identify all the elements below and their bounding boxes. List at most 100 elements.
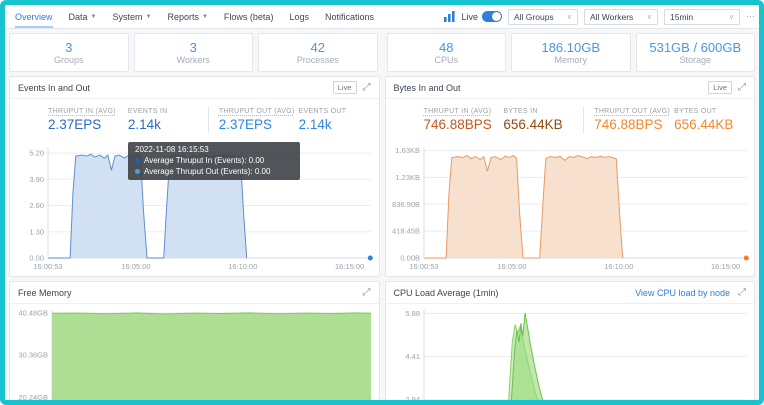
cpu-load-chart-wrap: 5.88 4.41 2.94	[386, 304, 755, 400]
svg-text:20.24GB: 20.24GB	[18, 393, 48, 400]
nav-label: Logs	[289, 12, 309, 22]
free-memory-panel-header: Free Memory ⤢	[10, 282, 379, 304]
free-memory-panel: Free Memory ⤢ 40.48GB 30.36GB 20.24GB	[9, 281, 380, 400]
metric-value: 656.44KB	[674, 116, 754, 133]
svg-text:16:00:53: 16:00:53	[409, 262, 438, 271]
groups-select[interactable]: All Groups ∨	[508, 9, 578, 25]
stat-value: 3	[65, 40, 72, 55]
timerange-select-value: 15min	[670, 12, 693, 22]
stat-value: 3	[190, 40, 197, 55]
live-toggle[interactable]	[482, 11, 502, 22]
stat-card-storage[interactable]: 531GB / 600GB Storage	[636, 33, 756, 72]
stat-label: Storage	[679, 55, 711, 66]
metric-events-out: EVENTS OUT 2.14k	[299, 107, 379, 133]
bytes-metrics: THRUPUT IN (AVG) 746.88BPS BYTES IN 656.…	[386, 99, 755, 141]
svg-text:5.88: 5.88	[405, 309, 420, 318]
svg-text:418.45B: 418.45B	[392, 227, 420, 236]
bytes-panel-header: Bytes In and Out Live ⤢	[386, 77, 755, 99]
stat-card-memory[interactable]: 186.10GB Memory	[511, 33, 631, 72]
svg-text:16:05:00: 16:05:00	[121, 262, 150, 271]
expand-icon[interactable]: ⤢	[363, 83, 371, 93]
chevron-down-icon: ▼	[146, 14, 152, 20]
metrics-divider	[583, 107, 584, 133]
timerange-select[interactable]: 15min ∨	[664, 9, 740, 25]
svg-text:2.94: 2.94	[405, 395, 420, 400]
stat-card-workers[interactable]: 3 Workers	[134, 33, 254, 72]
workers-select-value: All Workers	[590, 12, 633, 22]
svg-text:836.90B: 836.90B	[392, 200, 420, 209]
tooltip-text: Average Thruput Out (Events): 0.00	[144, 167, 270, 176]
metric-thruput-out: THRUPUT OUT (AVG) 2.37EPS	[219, 107, 299, 133]
chevron-down-icon: ▼	[91, 14, 97, 20]
metric-events-in: EVENTS IN 2.14k	[128, 107, 208, 133]
cpu-load-chart[interactable]: 5.88 4.41 2.94	[386, 304, 755, 400]
stat-label: Memory	[554, 55, 587, 66]
series-dot-icon	[135, 169, 140, 174]
expand-icon[interactable]: ⤢	[738, 83, 746, 93]
expand-icon[interactable]: ⤢	[738, 288, 746, 298]
svg-text:1.23KB: 1.23KB	[395, 173, 420, 182]
metric-label[interactable]: THRUPUT IN (AVG)	[48, 107, 128, 116]
more-options-icon[interactable]: ⋯	[746, 11, 755, 22]
free-memory-chart[interactable]: 40.48GB 30.36GB 20.24GB	[10, 304, 379, 400]
events-metrics: THRUPUT IN (AVG) 2.37EPS EVENTS IN 2.14k…	[10, 99, 379, 141]
bytes-chart-wrap: 1.63KB1.23KB836.90B418.45B0.00B16:00:531…	[386, 141, 755, 272]
svg-text:1.30: 1.30	[29, 227, 44, 236]
metric-label: BYTES OUT	[674, 107, 754, 116]
nav-tab-data[interactable]: Data ▼	[69, 5, 97, 28]
chart-tooltip: 2022-11-08 16:15:53 Average Thruput In (…	[128, 142, 300, 180]
nav-tab-overview[interactable]: Overview	[15, 5, 53, 28]
metric-value: 2.37EPS	[48, 116, 128, 133]
view-cpu-load-link[interactable]: View CPU load by node	[635, 288, 730, 298]
metric-label: BYTES IN	[503, 107, 583, 116]
groups-select-value: All Groups	[514, 12, 554, 22]
nav-tab-flows[interactable]: Flows (beta)	[224, 5, 274, 28]
metric-label[interactable]: THRUPUT OUT (AVG)	[594, 107, 674, 116]
svg-text:4.41: 4.41	[405, 352, 420, 361]
tooltip-line: Average Thruput In (Events): 0.00	[135, 156, 293, 165]
stat-card-groups[interactable]: 3 Groups	[9, 33, 129, 72]
svg-text:30.36GB: 30.36GB	[18, 351, 48, 360]
dashboard: Overview Data ▼ System ▼ Reports ▼ Flows…	[5, 5, 759, 400]
stat-card-processes[interactable]: 42 Processes	[258, 33, 378, 72]
svg-text:3.90: 3.90	[29, 175, 44, 184]
cpu-load-panel: CPU Load Average (1min) View CPU load by…	[385, 281, 756, 400]
panel-title: Events In and Out	[18, 83, 90, 93]
nav-tab-notifications[interactable]: Notifications	[325, 5, 374, 28]
metrics-divider	[208, 107, 209, 133]
svg-text:16:05:00: 16:05:00	[497, 262, 526, 271]
bytes-live-button[interactable]: Live	[708, 81, 732, 94]
workers-select[interactable]: All Workers ∨	[584, 9, 658, 25]
panel-title: Bytes In and Out	[394, 83, 461, 93]
live-toggle-label: Live	[461, 12, 478, 22]
metric-thruput-out: THRUPUT OUT (AVG) 746.88BPS	[594, 107, 674, 133]
metric-label[interactable]: THRUPUT OUT (AVG)	[219, 107, 299, 116]
stat-value: 531GB / 600GB	[649, 40, 741, 55]
expand-icon[interactable]: ⤢	[363, 288, 371, 298]
panel-title: Free Memory	[18, 288, 72, 298]
panel-title: CPU Load Average (1min)	[394, 288, 499, 298]
bytes-chart[interactable]: 1.63KB1.23KB836.90B418.45B0.00B16:00:531…	[386, 141, 755, 272]
nav-tab-reports[interactable]: Reports ▼	[167, 5, 207, 28]
metric-value: 2.37EPS	[219, 116, 299, 133]
metric-value: 746.88BPS	[594, 116, 674, 133]
svg-text:40.48GB: 40.48GB	[18, 309, 48, 318]
nav-tab-logs[interactable]: Logs	[289, 5, 309, 28]
metric-label: EVENTS IN	[128, 107, 208, 116]
nav-tab-system[interactable]: System ▼	[112, 5, 151, 28]
tooltip-text: Average Thruput In (Events): 0.00	[144, 156, 264, 165]
nav-label: System	[112, 12, 142, 22]
top-nav: Overview Data ▼ System ▼ Reports ▼ Flows…	[5, 5, 759, 29]
metric-label[interactable]: THRUPUT IN (AVG)	[424, 107, 504, 116]
metric-bytes-out: BYTES OUT 656.44KB	[674, 107, 754, 133]
stats-row: 3 Groups 3 Workers 42 Processes 48 CPUs …	[5, 29, 759, 76]
stat-label: CPUs	[434, 55, 458, 66]
chevron-down-icon: ▼	[202, 14, 208, 20]
events-live-button[interactable]: Live	[333, 81, 357, 94]
metric-value: 746.88BPS	[424, 116, 504, 133]
nav-label: Overview	[15, 12, 53, 22]
events-panel-header: Events In and Out Live ⤢	[10, 77, 379, 99]
stat-card-cpus[interactable]: 48 CPUs	[387, 33, 507, 72]
stat-value: 42	[311, 40, 325, 55]
chevron-down-icon: ∨	[567, 13, 572, 21]
